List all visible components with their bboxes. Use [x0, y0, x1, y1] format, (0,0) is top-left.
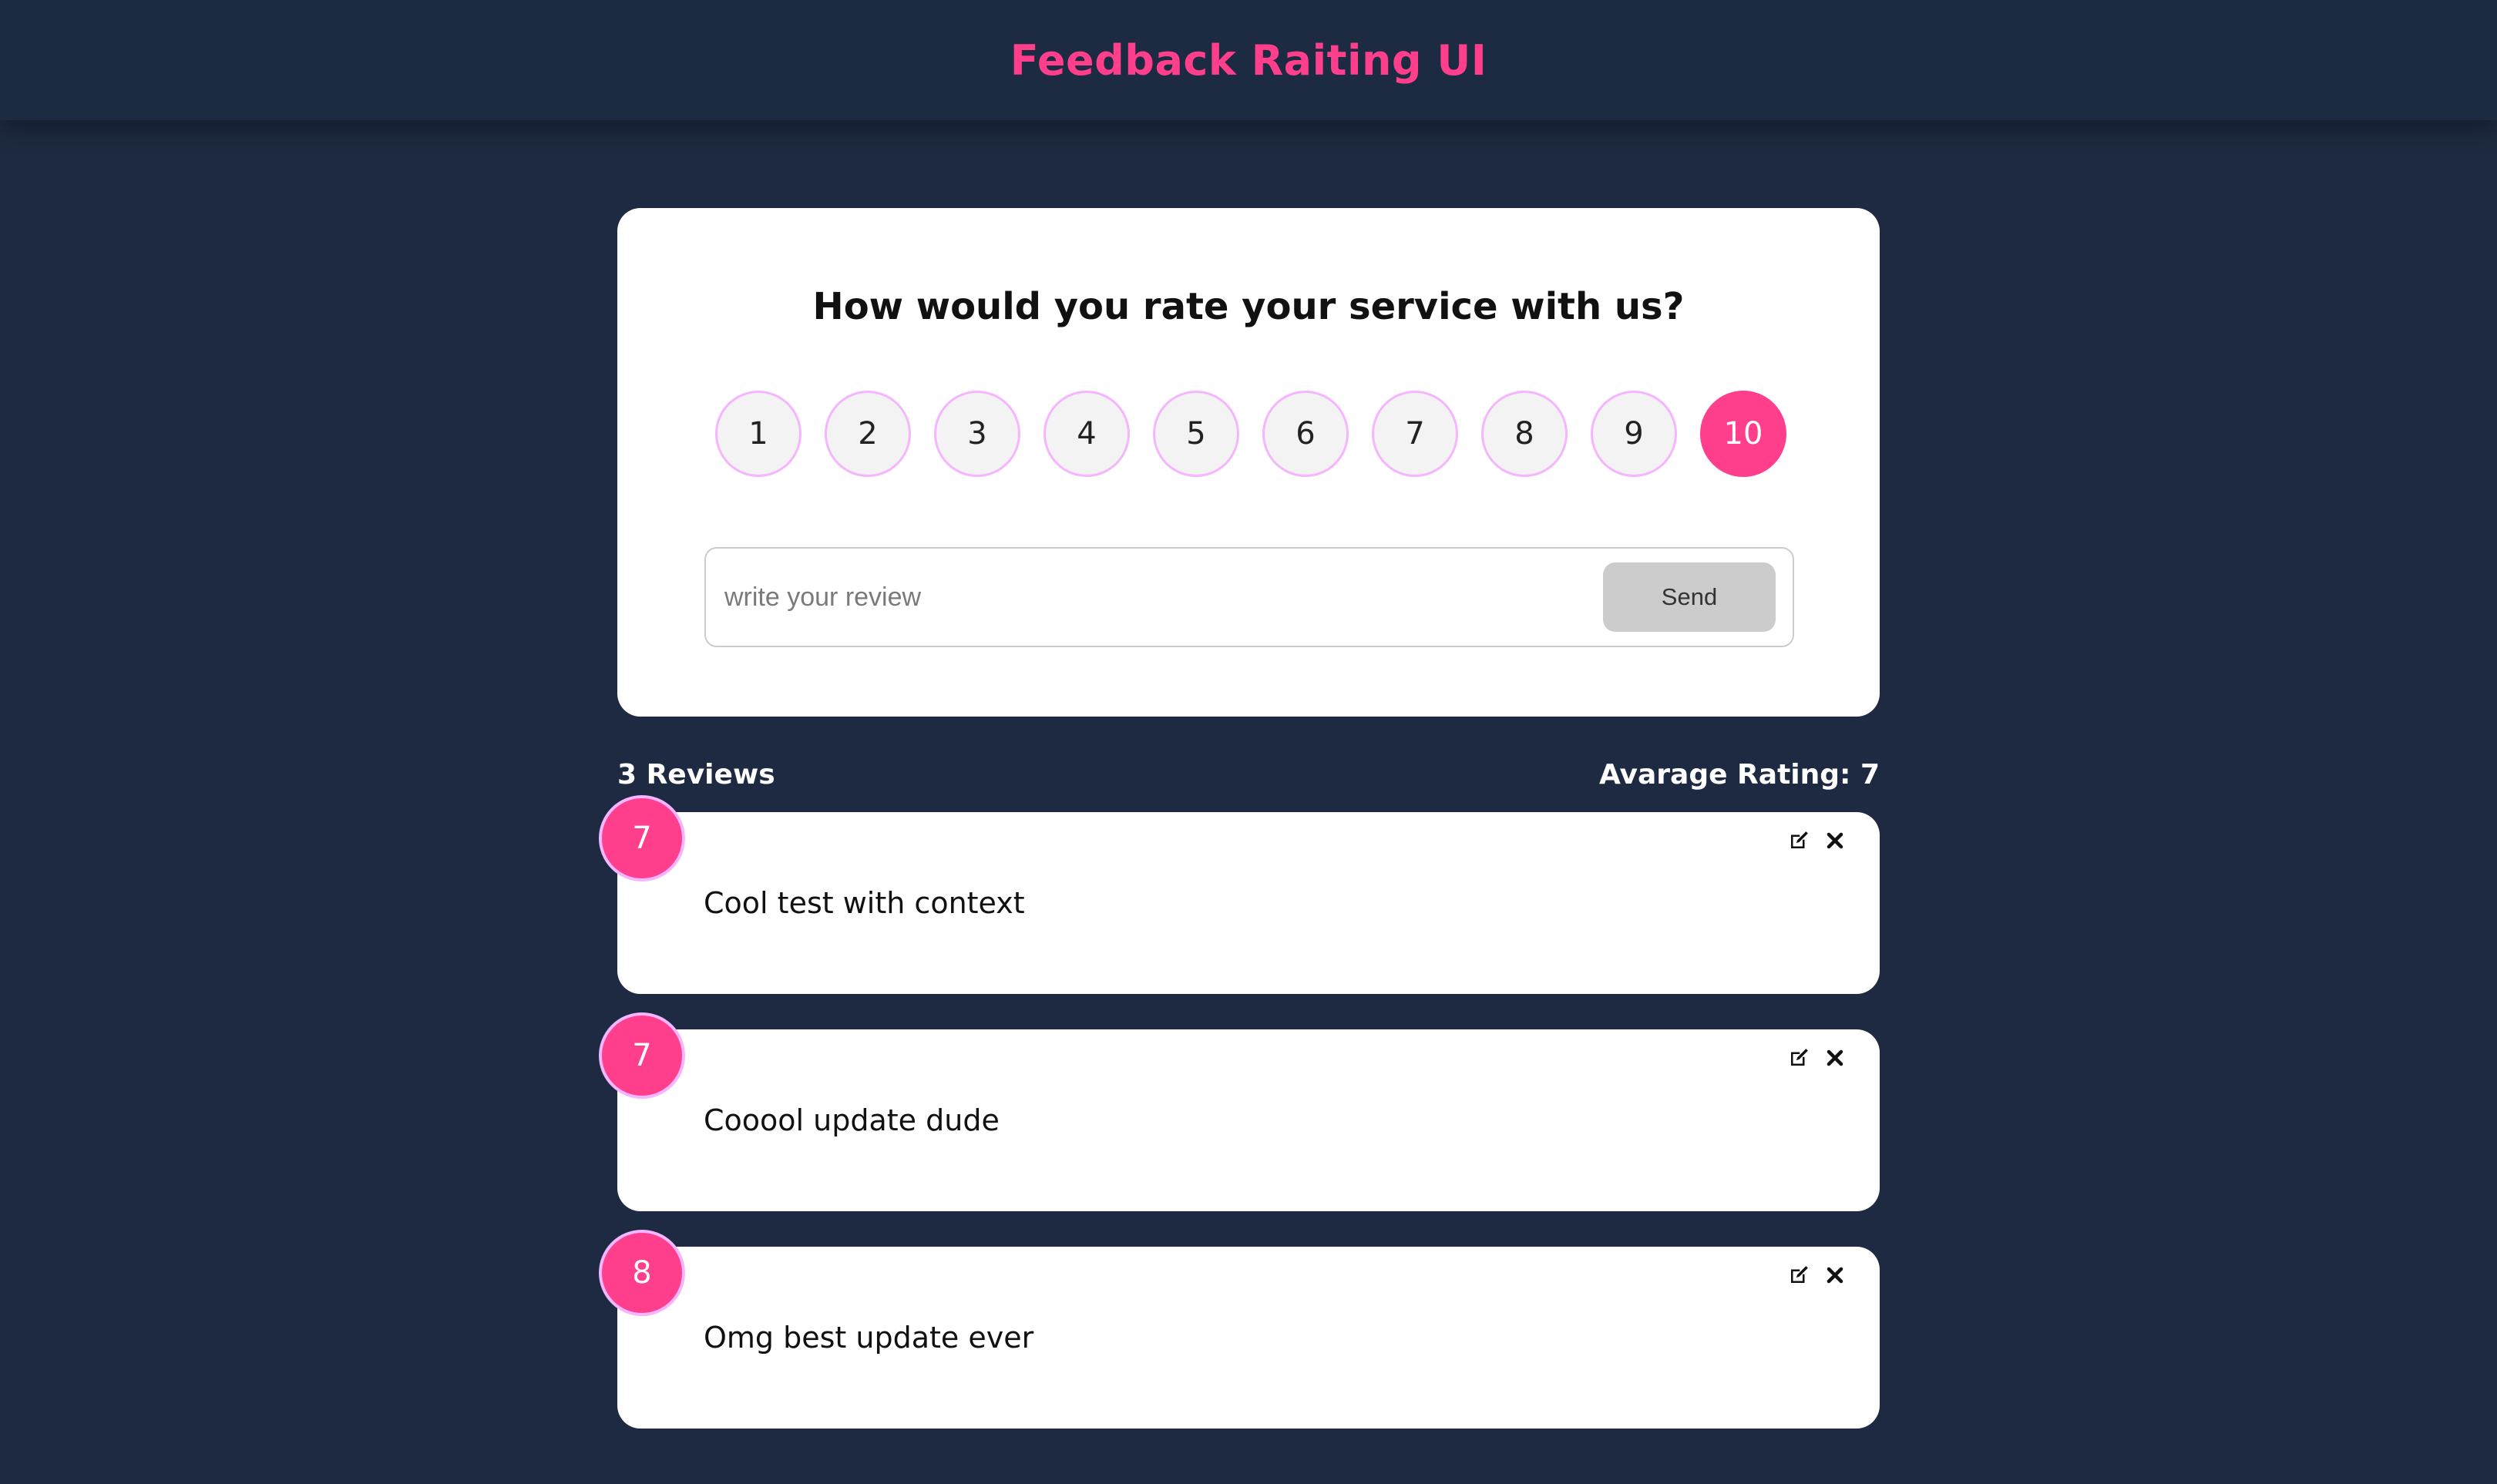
review-text: Cooool update dude	[704, 1103, 1000, 1137]
rating-option-2[interactable]: 2	[825, 391, 911, 477]
review-text: Cool test with context	[704, 886, 1025, 920]
review-rating-badge: 7	[599, 1012, 685, 1099]
review-text: Omg best update ever	[704, 1321, 1034, 1355]
review-actions	[1787, 1264, 1844, 1287]
review-input-group: Send	[704, 547, 1794, 647]
review-actions	[1787, 1046, 1844, 1069]
review-card: 7 Cool test with context	[599, 795, 1880, 994]
rating-options: 1 2 3 4 5 6 7 8 9 10	[715, 391, 1786, 477]
reviews-count: 3 Reviews	[617, 758, 775, 791]
review-stats: 3 Reviews Avarage Rating: 7	[617, 755, 1880, 794]
rating-card: How would you rate your service with us?…	[617, 208, 1880, 717]
review-card: 7 Cooool update dude	[599, 1012, 1880, 1211]
main-container: How would you rate your service with us?…	[599, 208, 1880, 1464]
rating-option-3[interactable]: 3	[934, 391, 1020, 477]
close-icon[interactable]	[1826, 1266, 1844, 1284]
rating-option-4[interactable]: 4	[1043, 391, 1130, 477]
rating-option-5[interactable]: 5	[1153, 391, 1239, 477]
rating-option-1[interactable]: 1	[715, 391, 802, 477]
average-rating: Avarage Rating: 7	[1598, 758, 1880, 791]
review-rating-badge: 8	[599, 1230, 685, 1316]
rating-option-10[interactable]: 10	[1700, 391, 1786, 477]
review-list: 7 Cool test with context 7 Cooool update…	[599, 795, 1880, 1429]
rating-option-6[interactable]: 6	[1262, 391, 1349, 477]
rating-option-7[interactable]: 7	[1372, 391, 1458, 477]
rating-option-8[interactable]: 8	[1481, 391, 1568, 477]
edit-icon[interactable]	[1787, 1046, 1810, 1069]
review-actions	[1787, 829, 1844, 852]
close-icon[interactable]	[1826, 831, 1844, 850]
app-header: Feedback Raiting UI	[0, 0, 2497, 120]
app-title: Feedback Raiting UI	[1010, 35, 1487, 85]
edit-icon[interactable]	[1787, 829, 1810, 852]
send-button[interactable]: Send	[1603, 562, 1776, 632]
review-rating-badge: 7	[599, 795, 685, 881]
rating-option-9[interactable]: 9	[1591, 391, 1677, 477]
rating-question: How would you rate your service with us?	[812, 285, 1685, 328]
review-input[interactable]	[723, 581, 1603, 613]
close-icon[interactable]	[1826, 1049, 1844, 1067]
review-card: 8 Omg best update ever	[599, 1230, 1880, 1429]
edit-icon[interactable]	[1787, 1264, 1810, 1287]
